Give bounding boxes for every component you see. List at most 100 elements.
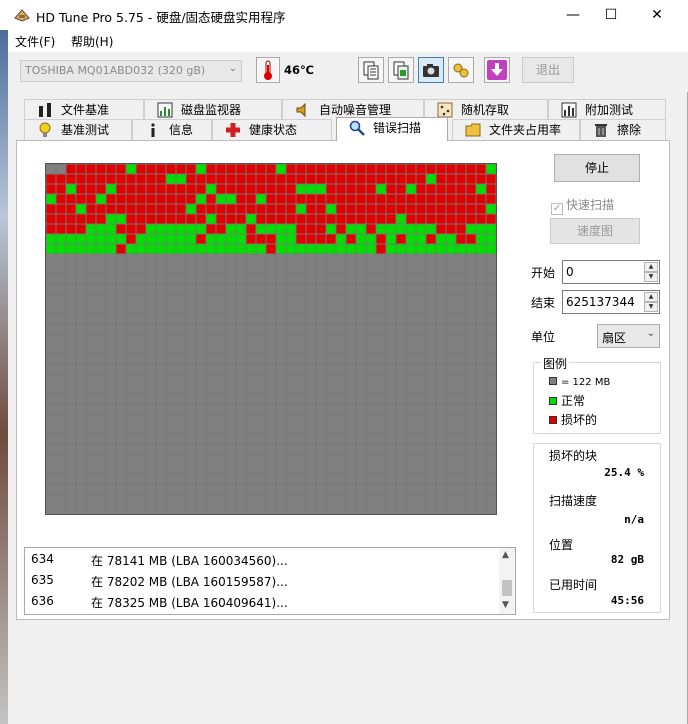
scan-block <box>46 264 56 274</box>
scan-block <box>446 384 456 394</box>
scan-block <box>366 374 376 384</box>
spin-down-icon[interactable]: ▼ <box>644 302 658 312</box>
scan-block <box>246 464 256 474</box>
scan-block <box>416 354 426 364</box>
scan-block <box>466 374 476 384</box>
screenshot-button[interactable] <box>418 57 444 83</box>
scan-block <box>166 334 176 344</box>
unit-select[interactable]: 扇区 ⌄ <box>597 324 660 348</box>
scan-block <box>276 424 286 434</box>
tab-erase[interactable]: 擦除 <box>580 119 666 140</box>
scan-block <box>156 364 166 374</box>
scan-block <box>336 424 346 434</box>
scan-block <box>336 214 346 224</box>
title-bar[interactable]: HD Tune Pro 5.75 - 硬盘/固态硬盘实用程序 — ☐ ✕ <box>0 0 688 30</box>
scan-block <box>366 464 376 474</box>
scan-block <box>416 364 426 374</box>
scan-block <box>126 454 136 464</box>
download-button[interactable] <box>484 57 510 83</box>
scan-block <box>366 184 376 194</box>
start-field[interactable]: 0 ▲ ▼ <box>562 260 660 284</box>
scan-block <box>226 184 236 194</box>
spin-up-icon[interactable]: ▲ <box>644 262 658 272</box>
quick-scan-checkbox[interactable]: ✓ 快速扫描 <box>551 196 614 215</box>
copy-info-button[interactable] <box>388 57 414 83</box>
scan-block <box>176 274 186 284</box>
log-scrollbar[interactable]: ▲ ▼ <box>499 548 515 614</box>
tab-file-benchmark[interactable]: 文件基准 <box>24 99 144 120</box>
tab-info[interactable]: 信息 <box>132 119 212 140</box>
scan-block <box>476 304 486 314</box>
tab-health[interactable]: 健康状态 <box>212 119 332 140</box>
exit-button[interactable]: 退出 <box>522 57 574 83</box>
scan-block <box>236 484 246 494</box>
scan-block <box>246 444 256 454</box>
scan-block <box>276 484 286 494</box>
scan-block <box>446 344 456 354</box>
scan-block <box>406 174 416 184</box>
scroll-up-icon[interactable]: ▲ <box>502 550 509 560</box>
tab-folder-usage[interactable]: 文件夹占用率 <box>452 119 580 140</box>
scroll-thumb[interactable] <box>502 580 512 596</box>
scan-block <box>206 174 216 184</box>
scan-block <box>296 194 306 204</box>
spin-up-icon[interactable]: ▲ <box>644 292 658 302</box>
scan-block <box>126 314 136 324</box>
menu-help[interactable]: 帮助(H) <box>71 33 113 50</box>
spin-down-icon[interactable]: ▼ <box>644 272 658 282</box>
scan-block <box>126 444 136 454</box>
scan-block <box>166 284 176 294</box>
speed-map-button[interactable]: 速度图 <box>550 218 640 244</box>
scan-block <box>366 324 376 334</box>
scan-block <box>346 394 356 404</box>
scan-block <box>136 454 146 464</box>
stop-button[interactable]: 停止 <box>554 154 640 182</box>
copy-text-button[interactable] <box>358 57 384 83</box>
scan-block <box>256 294 266 304</box>
scan-block <box>436 324 446 334</box>
tab-error-scan[interactable]: 错误扫描 <box>336 117 448 141</box>
scan-block <box>396 324 406 334</box>
scan-block <box>396 344 406 354</box>
scan-block <box>476 254 486 264</box>
scan-block <box>346 334 356 344</box>
scan-block <box>386 244 396 254</box>
menu-file[interactable]: 文件(F) <box>15 33 55 50</box>
end-field[interactable]: 625137344 ▲ ▼ <box>562 290 660 314</box>
scan-block <box>186 374 196 384</box>
tab-extra-tests[interactable]: 附加测试 <box>548 99 666 120</box>
scan-block <box>266 354 276 364</box>
scan-block <box>226 434 236 444</box>
drive-select[interactable]: TOSHIBA MQ01ABD032 (320 gB) ⌄ <box>20 60 242 82</box>
scan-block <box>476 444 486 454</box>
maximize-button[interactable]: ☐ <box>588 0 634 30</box>
scan-block <box>326 234 336 244</box>
scan-block <box>196 324 206 334</box>
scan-block <box>126 284 136 294</box>
chevron-down-icon: ⌄ <box>646 328 655 339</box>
scan-block <box>76 224 86 234</box>
scan-block <box>366 164 376 174</box>
scan-block <box>356 184 366 194</box>
scan-block <box>186 344 196 354</box>
scan-block <box>296 384 306 394</box>
scan-block <box>476 414 486 424</box>
scan-block <box>436 304 446 314</box>
scan-block <box>76 404 86 414</box>
scan-block <box>96 214 106 224</box>
scan-block <box>116 224 126 234</box>
scan-block <box>366 404 376 414</box>
scan-block <box>336 274 346 284</box>
scan-block <box>226 384 236 394</box>
scan-block <box>386 494 396 504</box>
close-button[interactable]: ✕ <box>634 0 680 30</box>
options-button[interactable] <box>448 57 474 83</box>
scan-block <box>486 434 496 444</box>
tab-benchmark[interactable]: 基准测试 <box>24 119 132 140</box>
scan-log[interactable]: 634 在 78141 MB (LBA 160034560)... 635 在 … <box>24 547 516 615</box>
scan-block <box>106 254 116 264</box>
tab-disk-monitor[interactable]: 磁盘监视器 <box>144 99 282 120</box>
scan-block <box>46 474 56 484</box>
scroll-down-icon[interactable]: ▼ <box>502 600 509 610</box>
scan-block <box>76 364 86 374</box>
